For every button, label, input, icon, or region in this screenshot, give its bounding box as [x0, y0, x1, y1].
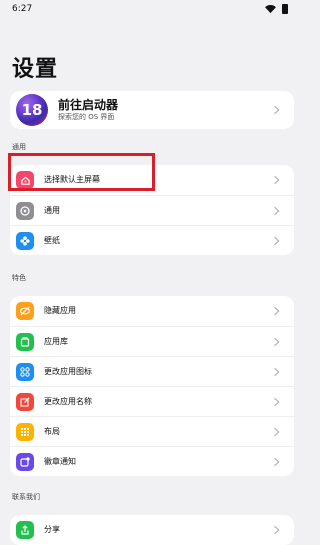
chevron-right-icon — [270, 397, 280, 407]
settings-item-hidden-apps[interactable]: 隐藏应用 — [10, 296, 294, 326]
item-label: 徽章通知 — [44, 457, 76, 466]
gear-icon — [16, 202, 34, 220]
profile-title: 前往启动器 — [58, 98, 119, 112]
layout-icon — [16, 423, 34, 441]
item-label: 隐藏应用 — [44, 306, 76, 315]
settings-item-badge-notifications[interactable]: 徽章通知 — [10, 446, 294, 477]
battery-icon — [282, 4, 288, 14]
contact-card: 分享 — [10, 515, 294, 545]
settings-item-app-library[interactable]: 应用库 — [10, 326, 294, 357]
launcher-profile-card[interactable]: 18 前往启动器 探索您的 OS 界面 — [10, 91, 294, 129]
status-bar: 6:27 — [0, 0, 300, 18]
settings-item-layout[interactable]: 布局 — [10, 416, 294, 447]
features-card: 隐藏应用 应用库 更改应用图标 更改应用名称 布局 徽章通知 — [10, 296, 294, 476]
avatar: 18 — [16, 94, 48, 126]
chevron-right-icon — [270, 306, 280, 316]
highlight-box — [8, 153, 155, 191]
settings-item-change-app-name[interactable]: 更改应用名称 — [10, 386, 294, 417]
wifi-icon — [265, 4, 276, 13]
chevron-right-icon — [270, 105, 280, 115]
edit-icon — [16, 393, 34, 411]
settings-item-change-app-icon[interactable]: 更改应用图标 — [10, 356, 294, 387]
page-title: 设置 — [12, 57, 59, 82]
item-label: 更改应用图标 — [44, 367, 92, 376]
eye-hidden-icon — [16, 302, 34, 320]
chevron-right-icon — [270, 525, 280, 535]
section-label-contact: 联系我们 — [12, 493, 40, 501]
chevron-right-icon — [270, 206, 280, 216]
section-label-features: 特色 — [12, 274, 26, 282]
chevron-right-icon — [270, 236, 280, 246]
badge-icon — [16, 453, 34, 471]
item-label: 应用库 — [44, 337, 68, 346]
grid-icon — [16, 363, 34, 381]
chevron-right-icon — [270, 427, 280, 437]
settings-item-share[interactable]: 分享 — [10, 515, 294, 545]
item-label: 壁纸 — [44, 236, 60, 245]
chevron-right-icon — [270, 367, 280, 377]
flower-icon — [16, 232, 34, 250]
chevron-right-icon — [270, 337, 280, 347]
settings-item-wallpaper[interactable]: 壁纸 — [10, 225, 294, 256]
item-label: 通用 — [44, 206, 60, 215]
share-icon — [16, 521, 34, 539]
chevron-right-icon — [270, 175, 280, 185]
item-label: 更改应用名称 — [44, 397, 92, 406]
item-label: 布局 — [44, 427, 60, 436]
section-label-general: 通用 — [12, 143, 26, 151]
status-time: 6:27 — [12, 4, 33, 14]
app-library-icon — [16, 333, 34, 351]
item-label: 分享 — [44, 525, 60, 534]
chevron-right-icon — [270, 457, 280, 467]
profile-subtitle: 探索您的 OS 界面 — [58, 113, 115, 121]
settings-item-general[interactable]: 通用 — [10, 195, 294, 226]
